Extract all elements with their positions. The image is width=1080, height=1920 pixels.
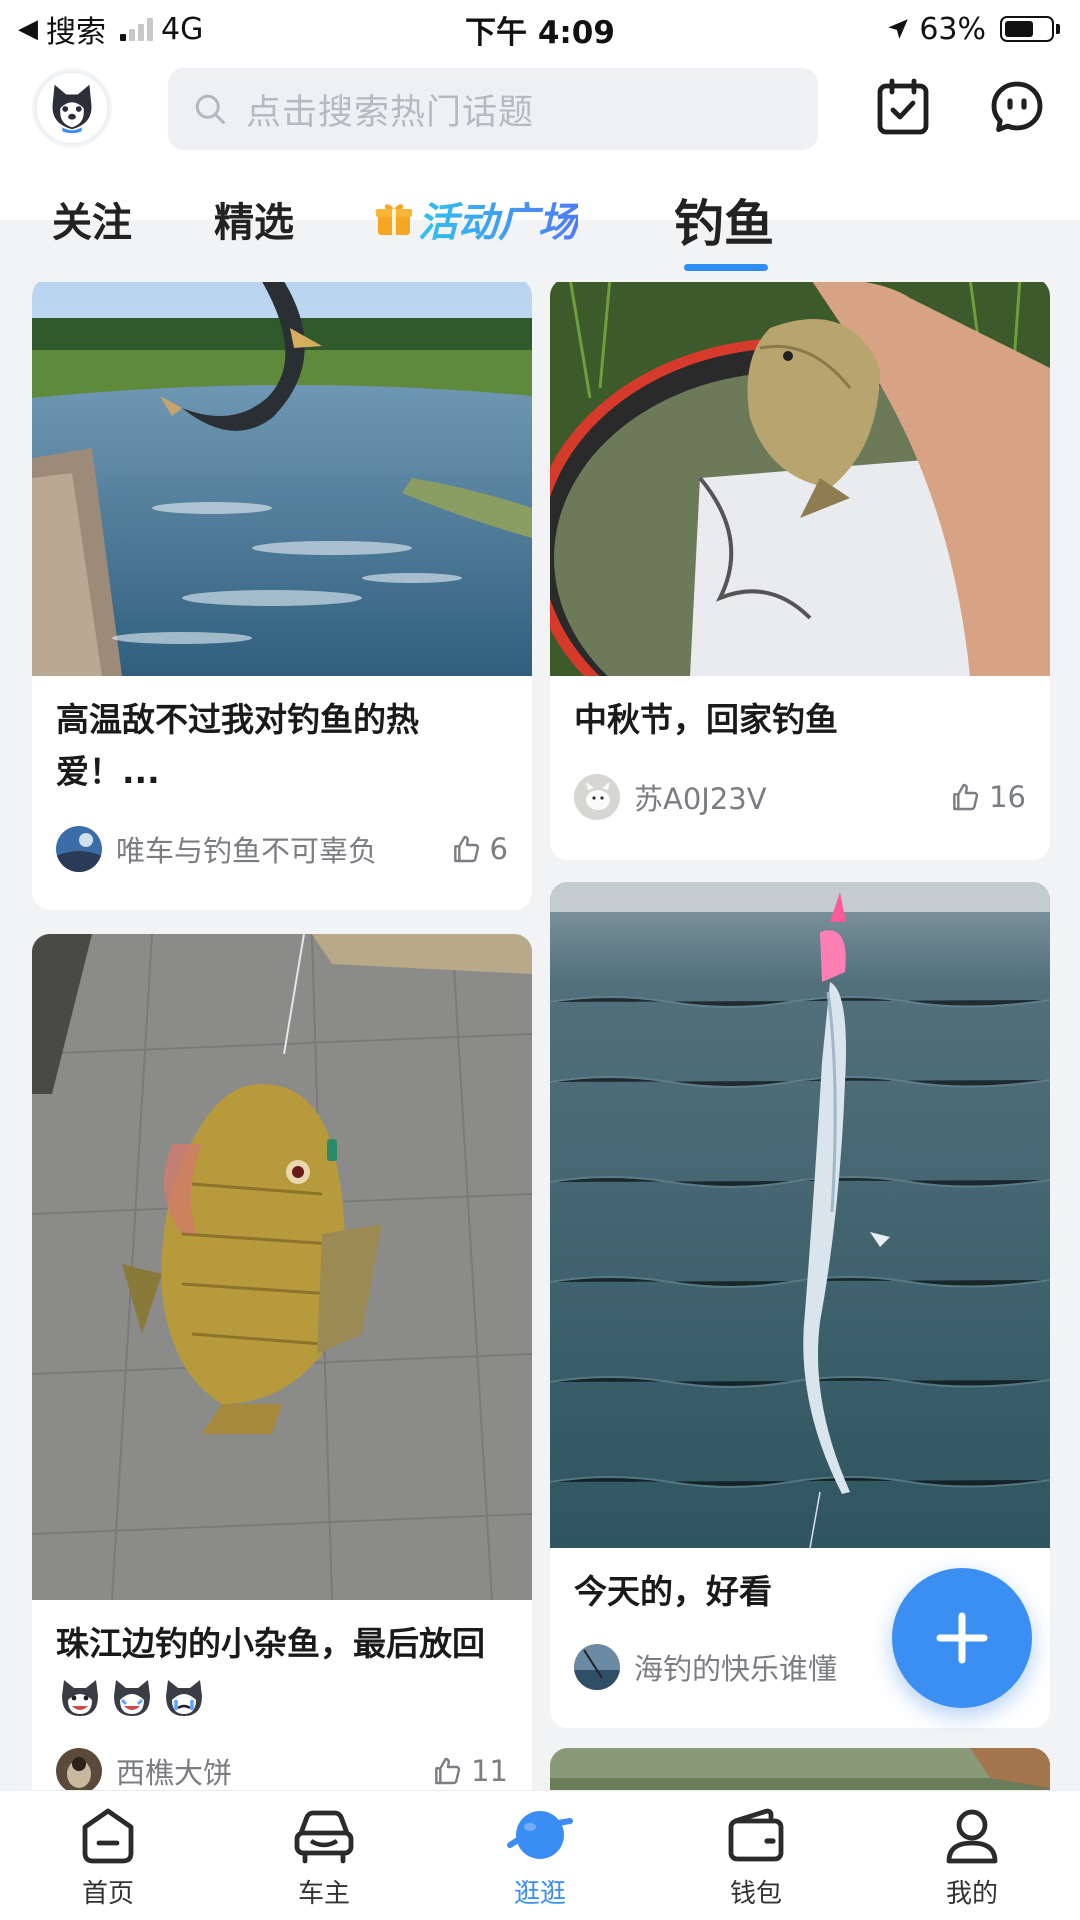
post-meta: 苏A0J23V 16: [574, 774, 1026, 820]
thumbs-up-icon: [435, 1757, 461, 1785]
like-count: 6: [489, 832, 508, 866]
status-left: ◀ 搜索 4G: [18, 7, 203, 51]
location-icon: [888, 19, 909, 39]
nav-label: 逛逛: [513, 1879, 566, 1909]
search-bar[interactable]: 点击搜索热门话题: [168, 68, 818, 150]
top-header: 点击搜索热门话题 关注 精选 活动广场 钓鱼: [0, 58, 1080, 271]
like-button[interactable]: 16: [949, 780, 1026, 814]
messages-button[interactable]: [986, 76, 1048, 138]
like-button[interactable]: 11: [431, 1754, 508, 1788]
search-icon: [195, 94, 225, 124]
post-image: [32, 934, 532, 1600]
nav-explore[interactable]: 逛逛: [432, 1791, 648, 1920]
like-count: 11: [471, 1754, 508, 1788]
post-card[interactable]: [550, 1748, 1050, 1790]
author-name[interactable]: 苏A0J23V: [634, 776, 949, 818]
checkin-button[interactable]: [872, 76, 934, 138]
bottom-nav: 首页 车主 逛逛 钱包 我的: [0, 1790, 1080, 1920]
plus-icon: [936, 1612, 988, 1664]
nav-label: 钱包: [729, 1879, 782, 1909]
planet-icon: [507, 1811, 573, 1859]
like-button[interactable]: 6: [450, 832, 508, 866]
chat-bubble-icon: [991, 81, 1043, 132]
thumbs-up-icon: [953, 783, 979, 811]
post-image: [550, 882, 1050, 1548]
tab-fishing[interactable]: 钓鱼: [674, 184, 774, 256]
post-card[interactable]: 中秋节，回家钓鱼 苏A0J23V 16: [550, 282, 1050, 860]
post-image: [550, 1748, 1050, 1790]
create-post-button[interactable]: [892, 1568, 1032, 1708]
nav-home[interactable]: 首页: [0, 1791, 216, 1920]
author-avatar[interactable]: [56, 826, 102, 872]
like-count: 16: [989, 780, 1026, 814]
author-avatar[interactable]: [56, 1748, 102, 1790]
gift-icon: [376, 204, 412, 235]
battery-percent: 63%: [919, 11, 986, 47]
author-avatar[interactable]: [574, 774, 620, 820]
home-icon: [82, 1808, 134, 1864]
post-feed: 高温敌不过我对钓鱼的热爱！... 唯车与钓鱼不可辜负 6 中秋节，回家钓鱼 苏A…: [0, 282, 1080, 1790]
battery-icon: [1000, 16, 1060, 42]
search-placeholder: 点击搜索热门话题: [246, 92, 535, 133]
author-avatar[interactable]: [574, 1644, 620, 1690]
user-avatar[interactable]: [34, 70, 110, 146]
tab-events-label: 活动广场: [418, 190, 578, 248]
back-app-label[interactable]: 搜索: [46, 7, 106, 51]
post-title: 珠江边钓的小杂鱼，最后放回: [32, 1600, 532, 1722]
author-name[interactable]: 西樵大饼: [116, 1750, 431, 1790]
status-right: 63%: [885, 12, 1060, 47]
tab-follow[interactable]: 关注: [52, 190, 132, 248]
husky-avatar-icon: [52, 84, 92, 134]
network-label: 4G: [161, 11, 204, 47]
post-card[interactable]: 珠江边钓的小杂鱼，最后放回 西樵大饼 11: [32, 934, 532, 1790]
husky-emoji-icon: [56, 1676, 208, 1720]
nav-car-owner[interactable]: 车主: [216, 1791, 432, 1920]
thumbs-up-icon: [453, 835, 479, 863]
nav-label: 我的: [945, 1879, 998, 1909]
post-title: 中秋节，回家钓鱼: [574, 700, 838, 739]
post-card[interactable]: 高温敌不过我对钓鱼的热爱！... 唯车与钓鱼不可辜负 6: [32, 282, 532, 910]
post-title: 高温敌不过我对钓鱼的热爱！...: [56, 700, 419, 791]
author-name[interactable]: 唯车与钓鱼不可辜负: [116, 828, 450, 870]
nav-label: 首页: [81, 1879, 134, 1909]
profile-icon: [946, 1809, 998, 1864]
calendar-check-icon: [877, 78, 929, 135]
post-title-text: 珠江边钓的小杂鱼，最后放回: [56, 1624, 485, 1663]
car-icon: [294, 1810, 354, 1864]
back-arrow-icon[interactable]: ◀: [18, 14, 38, 44]
status-bar: ◀ 搜索 4G 下午 4:09 63%: [0, 0, 1080, 58]
wallet-icon: [728, 1808, 784, 1862]
nav-label: 车主: [297, 1879, 350, 1909]
post-meta: 西樵大饼 11: [56, 1748, 508, 1790]
signal-icon: [120, 17, 153, 41]
nav-wallet[interactable]: 钱包: [648, 1791, 864, 1920]
post-image: [550, 282, 1050, 676]
category-tabs: 关注 精选 活动广场 钓鱼: [0, 178, 1080, 280]
nav-profile[interactable]: 我的: [864, 1791, 1080, 1920]
tab-events[interactable]: 活动广场: [374, 190, 578, 248]
post-meta: 唯车与钓鱼不可辜负 6: [56, 826, 508, 872]
post-image: [32, 282, 532, 676]
app-screen: ◀ 搜索 4G 下午 4:09 63% 点击搜索热门话题 关注 精选 活动广场 …: [0, 0, 1080, 1920]
tab-featured[interactable]: 精选: [214, 190, 294, 248]
active-tab-indicator: [684, 264, 768, 271]
